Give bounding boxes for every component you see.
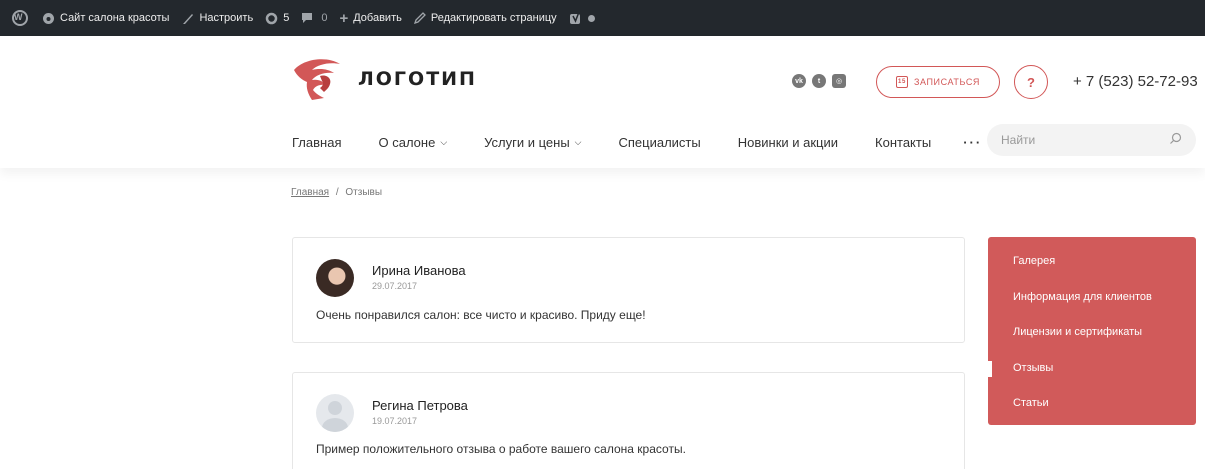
admin-customize-label: Настроить <box>199 12 254 24</box>
pencil-icon <box>413 12 426 24</box>
updates-icon <box>265 12 278 25</box>
social-links: vk t ◎ <box>792 74 846 88</box>
review-text: Пример положительного отзыва о работе ва… <box>316 442 686 456</box>
signup-button[interactable]: 15 ЗАПИСАТЬСЯ <box>876 66 1000 98</box>
admin-customize-link[interactable]: Настроить <box>181 12 253 25</box>
nav-item-contacts[interactable]: Контакты <box>875 135 931 150</box>
nav-label: О салоне <box>378 135 436 150</box>
admin-add-new-label: Добавить <box>353 12 402 24</box>
nav-label: Новинки и акции <box>737 135 839 150</box>
side-menu-item-reviews[interactable]: Отзывы <box>988 360 1196 397</box>
nav-label: Главная <box>292 135 342 150</box>
avatar <box>316 259 354 297</box>
admin-edit-page-label: Редактировать страницу <box>430 12 557 24</box>
admin-site-name: Сайт салона красоты <box>60 12 170 24</box>
breadcrumb: Главная / Отзывы <box>291 187 382 198</box>
review-text: Очень понравился салон: все чисто и крас… <box>316 308 646 322</box>
wordpress-icon[interactable]: W <box>12 10 28 26</box>
dashboard-icon <box>42 12 55 25</box>
review-card: Регина Петрова 19.07.2017 Пример положит… <box>292 372 965 469</box>
side-menu: Галерея Информация для клиентов Лицензии… <box>988 237 1196 425</box>
instagram-icon[interactable]: ◎ <box>832 74 846 88</box>
site-header: ЛОГОТИП vk t ◎ 15 ЗАПИСАТЬСЯ ? + 7 (523)… <box>0 36 1205 168</box>
main-nav: Главная О салоне ⌵ Услуги и цены ⌵ Специал… <box>292 135 1019 150</box>
chevron-down-icon: ⌵ <box>574 137 582 147</box>
side-menu-item-client-info[interactable]: Информация для клиентов <box>988 290 1196 326</box>
brush-icon <box>181 12 194 25</box>
twitter-icon[interactable]: t <box>812 74 826 88</box>
logo-hair-icon <box>294 59 340 100</box>
admin-yoast-link[interactable] <box>569 11 595 25</box>
plus-icon: + <box>339 9 349 27</box>
admin-comments-count: 0 <box>321 12 328 24</box>
search-icon[interactable] <box>1169 132 1182 148</box>
nav-label: Услуги и цены <box>484 135 570 150</box>
review-date: 19.07.2017 <box>372 416 418 426</box>
side-menu-item-licenses[interactable]: Лицензии и сертификаты <box>988 325 1196 361</box>
admin-updates-count: 5 <box>283 12 290 24</box>
admin-site-link[interactable]: Сайт салона красоты <box>42 12 169 25</box>
search-input[interactable] <box>1001 133 1169 147</box>
phone-number[interactable]: + 7 (523) 52-72-93 <box>1073 73 1198 90</box>
review-author: Регина Петрова <box>372 398 468 413</box>
nav-item-about[interactable]: О салоне ⌵ <box>378 135 447 150</box>
review-author: Ирина Иванова <box>372 263 466 278</box>
vk-icon[interactable]: vk <box>792 74 806 88</box>
logo[interactable]: ЛОГОТИП <box>290 56 477 102</box>
nav-item-home[interactable]: Главная <box>292 135 341 150</box>
nav-item-services[interactable]: Услуги и цены ⌵ <box>484 135 581 150</box>
review-date: 29.07.2017 <box>372 281 418 291</box>
more-menu-icon[interactable]: ··· <box>963 135 982 150</box>
admin-add-new-link[interactable]: + Добавить <box>339 10 401 27</box>
side-menu-item-gallery[interactable]: Галерея <box>988 254 1196 290</box>
status-dot-icon <box>587 14 595 22</box>
breadcrumb-separator: / <box>335 187 339 198</box>
admin-comments-link[interactable]: 0 <box>301 12 327 24</box>
breadcrumb-current: Отзывы <box>345 187 383 198</box>
logo-text: ЛОГОТИП <box>358 68 477 90</box>
search-box <box>987 124 1196 156</box>
signup-label: ЗАПИСАТЬСЯ <box>913 77 981 87</box>
nav-item-news[interactable]: Новинки и акции <box>738 135 838 150</box>
nav-label: Специалисты <box>618 135 701 150</box>
yoast-icon <box>569 11 583 25</box>
admin-updates-link[interactable]: 5 <box>265 12 289 25</box>
nav-label: Контакты <box>875 135 932 150</box>
side-menu-item-articles[interactable]: Статьи <box>988 396 1196 432</box>
review-card: Ирина Иванова 29.07.2017 Очень понравилс… <box>292 237 965 343</box>
avatar <box>316 394 354 432</box>
help-button[interactable]: ? <box>1014 65 1048 99</box>
breadcrumb-home-link[interactable]: Главная <box>291 187 329 198</box>
comment-icon <box>301 12 313 24</box>
calendar-icon: 15 <box>895 76 908 88</box>
admin-edit-page-link[interactable]: Редактировать страницу <box>413 12 557 24</box>
chevron-down-icon: ⌵ <box>440 137 448 147</box>
admin-bar: W Сайт салона красоты Настроить 5 0 + До… <box>0 0 1205 36</box>
nav-item-specialists[interactable]: Специалисты <box>618 135 700 150</box>
